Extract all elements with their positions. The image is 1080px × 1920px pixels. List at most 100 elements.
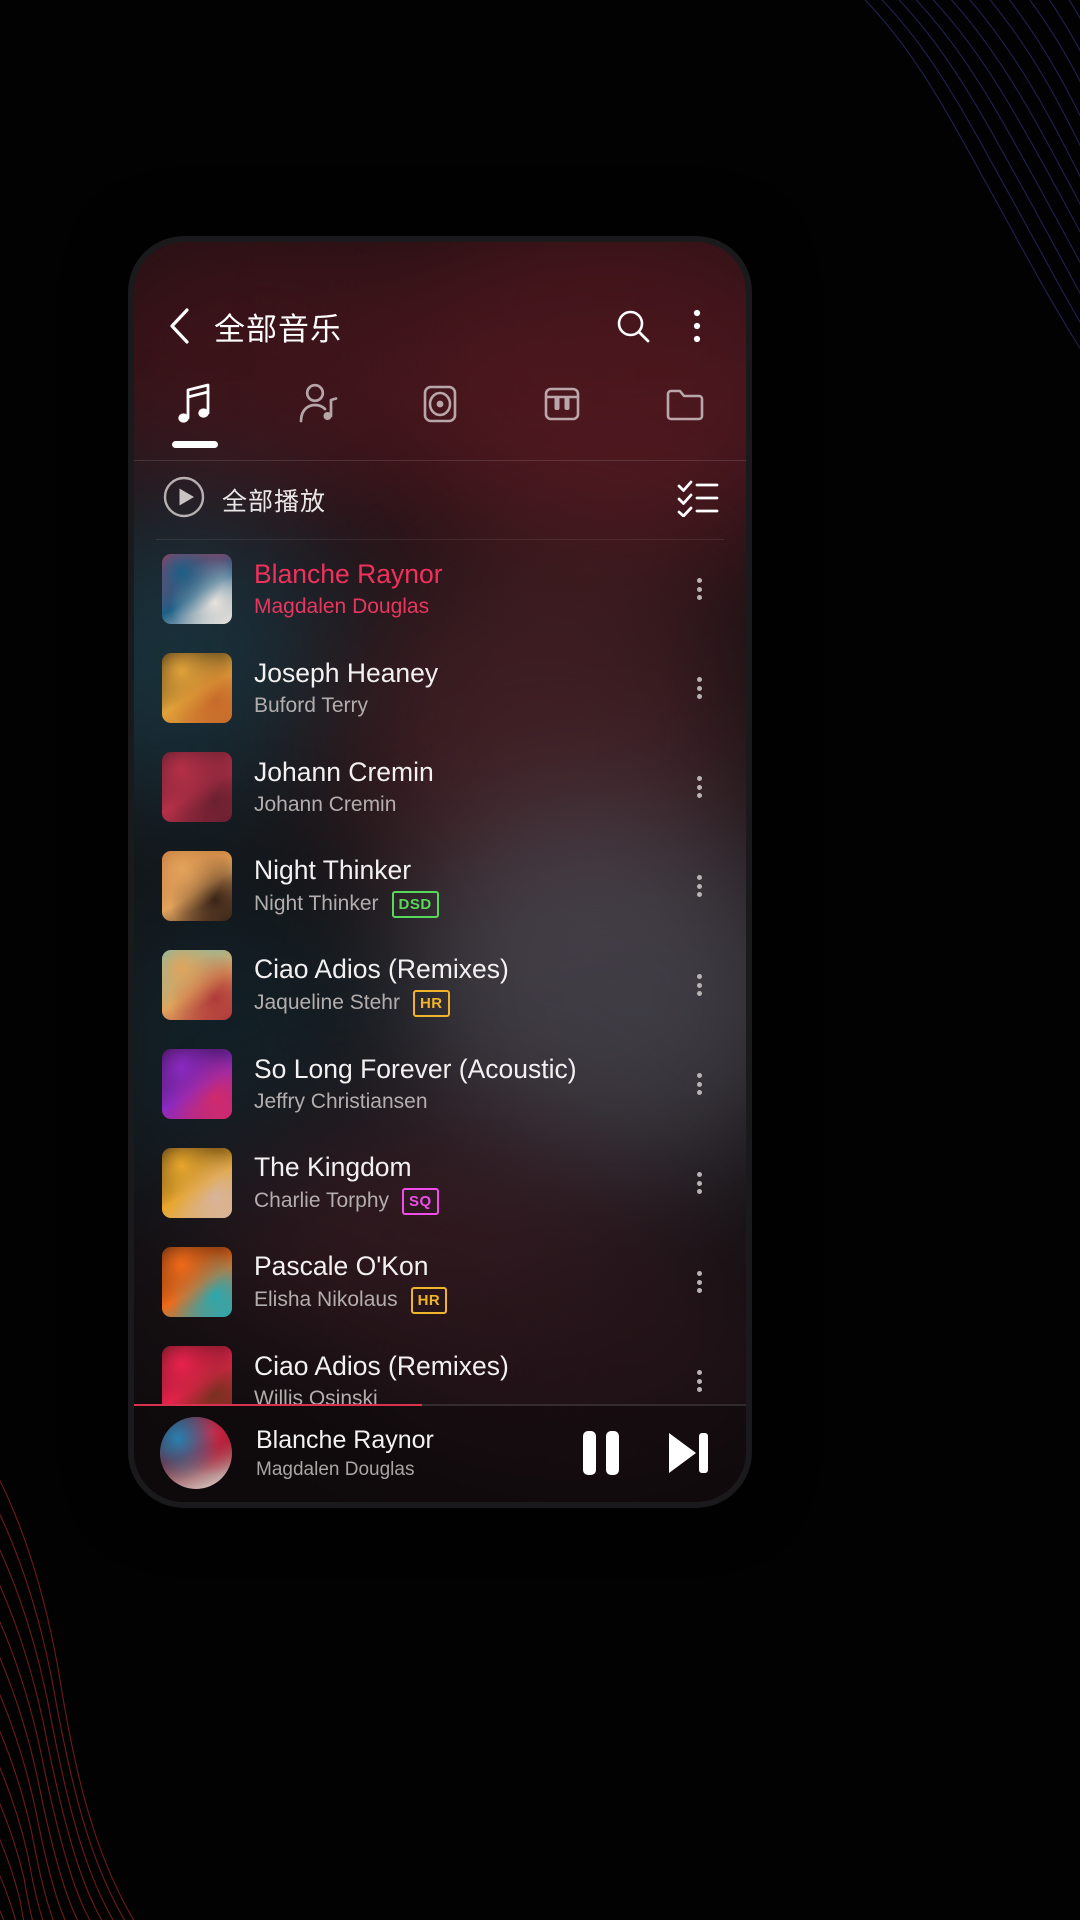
song-subline: Buford Terry <box>254 694 650 718</box>
phone-frame: 全部音乐 全部播放 Blanche Raynor Magdalen Dougla… <box>128 236 752 1508</box>
song-artwork <box>162 950 232 1021</box>
play-all-label: 全部播放 <box>222 487 327 516</box>
artist-icon <box>292 378 344 435</box>
song-title: Pascale O'Kon <box>254 1251 429 1282</box>
song-title: Johann Cremin <box>254 757 434 788</box>
song-list[interactable]: Blanche Raynor Magdalen Douglas Joseph Hea… <box>134 540 746 1404</box>
song-meta: Blanche Raynor Magdalen Douglas <box>254 559 650 619</box>
song-overflow-button[interactable] <box>672 752 726 822</box>
search-icon <box>617 310 650 343</box>
song-meta: Ciao Adios (Remixes) Willis Osinski <box>254 1351 650 1404</box>
song-title: Ciao Adios (Remixes) <box>254 1351 509 1382</box>
piano-keys-icon <box>536 378 588 435</box>
song-subline: Elisha Nikolaus HR <box>254 1287 650 1314</box>
playback-progress-bar[interactable] <box>134 1404 746 1406</box>
mini-player-artwork[interactable] <box>160 1417 232 1489</box>
more-vertical-icon <box>693 309 701 343</box>
song-overflow-button[interactable] <box>672 653 726 723</box>
song-overflow-button[interactable] <box>672 1049 726 1119</box>
chevron-left-icon <box>170 308 189 344</box>
overflow-menu-button[interactable] <box>674 303 720 349</box>
more-vertical-icon <box>696 872 702 901</box>
song-row[interactable]: Blanche Raynor Magdalen Douglas <box>134 540 746 639</box>
mini-player[interactable]: Blanche Raynor Magdalen Douglas <box>134 1404 746 1502</box>
category-tab-bar <box>134 368 746 460</box>
song-overflow-button[interactable] <box>672 851 726 921</box>
song-artist: Magdalen Douglas <box>254 595 430 619</box>
song-overflow-button[interactable] <box>672 554 726 624</box>
song-meta: So Long Forever (Acoustic) Jeffry Christi… <box>254 1054 650 1114</box>
pause-icon <box>583 1431 619 1475</box>
album-disc-icon <box>414 378 466 435</box>
phone-screen: 全部音乐 全部播放 Blanche Raynor Magdalen Dougla… <box>134 242 746 1502</box>
music-note-icon <box>169 378 221 435</box>
mini-player-title: Blanche Raynor <box>256 1425 434 1454</box>
song-row[interactable]: So Long Forever (Acoustic) Jeffry Christi… <box>134 1035 746 1134</box>
play-all-row[interactable]: 全部播放 <box>134 461 746 539</box>
more-vertical-icon <box>696 971 702 1000</box>
song-meta: Johann Cremin Johann Cremin <box>254 757 650 817</box>
song-subline: Charlie Torphy SQ <box>254 1188 650 1215</box>
search-button[interactable] <box>610 303 656 349</box>
mini-player-artist: Magdalen Douglas <box>256 1458 415 1480</box>
more-vertical-icon <box>696 575 702 604</box>
song-subline: Magdalen Douglas <box>254 595 650 619</box>
song-artwork <box>162 1148 232 1219</box>
folder-icon <box>659 378 711 435</box>
song-row[interactable]: Night Thinker Night Thinker DSD <box>134 837 746 936</box>
song-row[interactable]: Ciao Adios (Remixes) Jaqueline Stehr HR <box>134 936 746 1035</box>
song-row[interactable]: Johann Cremin Johann Cremin <box>134 738 746 837</box>
tab-songs[interactable] <box>134 368 256 460</box>
song-title: Blanche Raynor <box>254 559 443 590</box>
song-artist: Jeffry Christiansen <box>254 1090 428 1114</box>
tab-albums[interactable] <box>379 368 501 460</box>
song-artist: Jaqueline Stehr <box>254 991 400 1015</box>
back-button[interactable] <box>162 306 196 346</box>
song-title: Night Thinker <box>254 855 412 886</box>
song-artist: Buford Terry <box>254 694 368 718</box>
mini-player-meta: Blanche Raynor Magdalen Douglas <box>256 1426 546 1481</box>
page-title: 全部音乐 <box>214 311 342 347</box>
status-bar-spacer <box>134 242 746 284</box>
quality-badge: HR <box>410 1287 448 1314</box>
quality-badge: SQ <box>402 1188 439 1215</box>
song-overflow-button[interactable] <box>672 950 726 1020</box>
song-title: So Long Forever (Acoustic) <box>254 1054 577 1085</box>
playback-progress-fill <box>134 1404 422 1406</box>
song-overflow-button[interactable] <box>672 1346 726 1404</box>
app-header: 全部音乐 <box>134 284 746 368</box>
tab-genres[interactable] <box>501 368 623 460</box>
multiselect-button[interactable] <box>676 477 720 522</box>
more-vertical-icon <box>696 1070 702 1099</box>
song-subline: Johann Cremin <box>254 793 650 817</box>
tab-folders[interactable] <box>624 368 746 460</box>
song-title: Ciao Adios (Remixes) <box>254 954 509 985</box>
next-track-button[interactable] <box>656 1422 718 1484</box>
song-row[interactable]: Pascale O'Kon Elisha Nikolaus HR <box>134 1233 746 1332</box>
song-subline: Jeffry Christiansen <box>254 1090 650 1114</box>
song-row[interactable]: Ciao Adios (Remixes) Willis Osinski <box>134 1332 746 1404</box>
song-artist: Charlie Torphy <box>254 1189 390 1213</box>
song-overflow-button[interactable] <box>672 1247 726 1317</box>
song-artwork <box>162 752 232 823</box>
song-overflow-button[interactable] <box>672 1148 726 1218</box>
song-row[interactable]: Joseph Heaney Buford Terry <box>134 639 746 738</box>
song-artwork <box>162 653 232 724</box>
song-meta: Pascale O'Kon Elisha Nikolaus HR <box>254 1251 650 1314</box>
skip-next-icon <box>669 1433 708 1473</box>
song-row[interactable]: The Kingdom Charlie Torphy SQ <box>134 1134 746 1233</box>
quality-badge: DSD <box>391 891 439 918</box>
song-meta: The Kingdom Charlie Torphy SQ <box>254 1152 650 1215</box>
song-artwork <box>162 1346 232 1404</box>
song-artwork <box>162 1049 232 1120</box>
more-vertical-icon <box>696 1169 702 1198</box>
more-vertical-icon <box>696 674 702 703</box>
more-vertical-icon <box>696 1367 702 1396</box>
tab-artists[interactable] <box>256 368 378 460</box>
quality-badge: HR <box>412 990 450 1017</box>
song-subline: Night Thinker DSD <box>254 891 650 918</box>
song-artist: Night Thinker <box>254 892 379 916</box>
pause-button[interactable] <box>570 1422 632 1484</box>
song-artist: Elisha Nikolaus <box>254 1288 398 1312</box>
song-artwork <box>162 851 232 922</box>
